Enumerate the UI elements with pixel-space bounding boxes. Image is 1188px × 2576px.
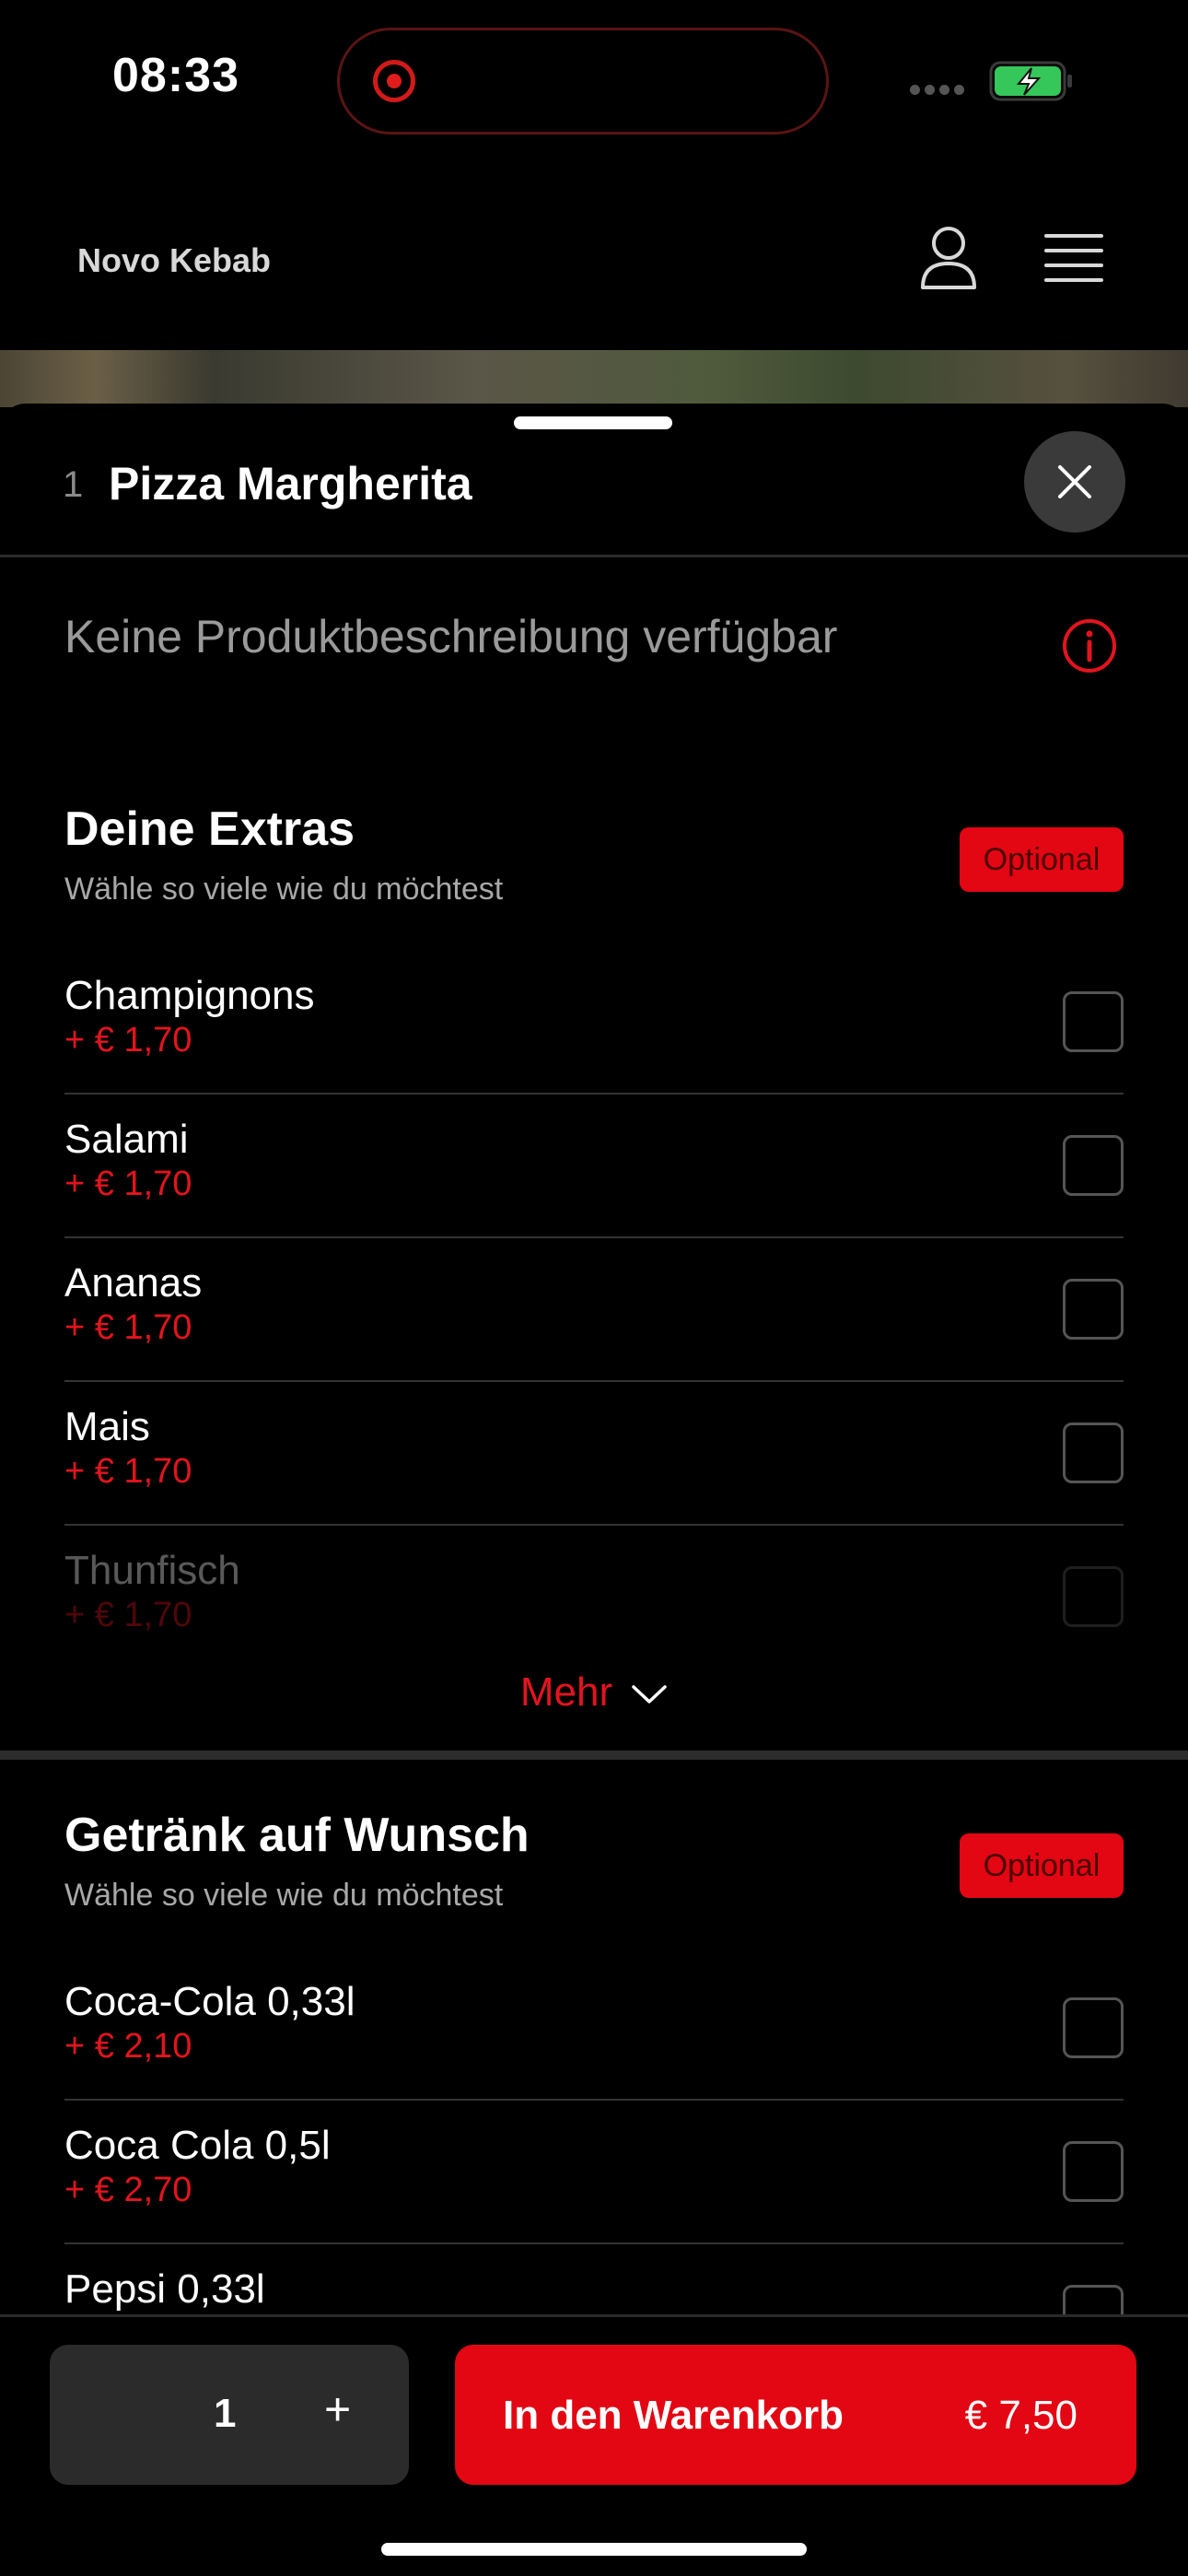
option-price: + € 1,70 bbox=[64, 1452, 192, 1491]
quantity-value: 1 bbox=[214, 2391, 237, 2436]
option-name: Thunfisch bbox=[64, 1548, 240, 1593]
option-item[interactable]: Mais + € 1,70 bbox=[64, 1382, 1124, 1526]
option-item[interactable]: Thunfisch + € 1,70 bbox=[64, 1526, 1124, 1669]
option-price: + € 2,10 bbox=[64, 2027, 192, 2066]
optional-badge: Optional bbox=[960, 827, 1124, 892]
battery-charging-icon bbox=[989, 61, 1072, 101]
option-item[interactable]: Coca-Cola 0,33l + € 2,10 bbox=[64, 1957, 1124, 2101]
option-checkbox[interactable] bbox=[1063, 1279, 1124, 1340]
section-title: Deine Extras bbox=[64, 802, 355, 856]
option-name: Pepsi 0,33l bbox=[64, 2266, 265, 2312]
option-price: + € 1,70 bbox=[64, 1021, 192, 1060]
quantity-stepper[interactable]: 1 + bbox=[50, 2345, 409, 2485]
option-item[interactable]: Champignons + € 1,70 bbox=[64, 951, 1124, 1095]
recording-indicator-icon bbox=[373, 60, 415, 102]
show-more-label: Mehr bbox=[519, 1669, 613, 1715]
product-description: Keine Produktbeschreibung verfügbar bbox=[64, 611, 838, 662]
status-time: 08:33 bbox=[112, 49, 239, 102]
option-checkbox[interactable] bbox=[1063, 1997, 1124, 2058]
total-price: € 7,50 bbox=[964, 2393, 1077, 2438]
option-price: + € 1,70 bbox=[64, 1308, 192, 1347]
home-indicator[interactable] bbox=[381, 2543, 807, 2556]
option-name: Coca Cola 0,5l bbox=[64, 2123, 331, 2168]
section-divider bbox=[0, 1751, 1188, 1760]
user-icon[interactable] bbox=[919, 225, 978, 291]
option-checkbox[interactable] bbox=[1063, 1135, 1124, 1196]
option-checkbox[interactable] bbox=[1063, 2141, 1124, 2202]
menu-icon[interactable] bbox=[1044, 232, 1103, 284]
hero-image bbox=[0, 350, 1188, 407]
optional-badge: Optional bbox=[960, 1833, 1124, 1898]
add-to-cart-label: In den Warenkorb bbox=[503, 2393, 844, 2438]
option-checkbox[interactable] bbox=[1063, 1423, 1124, 1483]
option-name: Coca-Cola 0,33l bbox=[64, 1979, 355, 2024]
dynamic-island bbox=[337, 28, 829, 135]
product-number: 1 bbox=[63, 464, 84, 505]
option-name: Champignons bbox=[64, 973, 315, 1018]
close-button[interactable] bbox=[1024, 431, 1125, 533]
product-title: Pizza Margherita bbox=[109, 458, 472, 509]
option-name: Mais bbox=[64, 1404, 150, 1449]
product-sheet: 1 Pizza Margherita Keine Produktbeschrei… bbox=[0, 404, 1188, 2576]
bottom-action-bar: 1 + In den Warenkorb € 7,50 bbox=[0, 2314, 1188, 2576]
option-checkbox[interactable] bbox=[1063, 1566, 1124, 1627]
option-price: + € 1,70 bbox=[64, 1596, 192, 1634]
divider bbox=[0, 555, 1188, 557]
show-more-button[interactable]: Mehr bbox=[0, 1669, 1188, 1715]
add-to-cart-button[interactable]: In den Warenkorb € 7,50 bbox=[455, 2345, 1136, 2485]
increment-button[interactable]: + bbox=[324, 2382, 351, 2437]
section-title: Getränk auf Wunsch bbox=[64, 1809, 530, 1862]
option-name: Ananas bbox=[64, 1260, 203, 1306]
close-icon bbox=[1058, 465, 1091, 498]
option-price: + € 2,70 bbox=[64, 2171, 192, 2209]
option-item[interactable]: Ananas + € 1,70 bbox=[64, 1238, 1124, 1382]
section-subtitle: Wähle so viele wie du möchtest bbox=[64, 872, 504, 907]
brand-name[interactable]: Novo Kebab bbox=[77, 241, 271, 280]
option-price: + € 1,70 bbox=[64, 1165, 192, 1203]
option-item[interactable]: Salami + € 1,70 bbox=[64, 1095, 1124, 1238]
signal-icon bbox=[910, 83, 969, 100]
chevron-down-icon bbox=[632, 1685, 667, 1704]
section-subtitle: Wähle so viele wie du möchtest bbox=[64, 1878, 504, 1913]
option-item[interactable]: Coca Cola 0,5l + € 2,70 bbox=[64, 2101, 1124, 2244]
sheet-handle[interactable] bbox=[514, 416, 672, 429]
option-checkbox[interactable] bbox=[1063, 991, 1124, 1052]
option-name: Salami bbox=[64, 1117, 189, 1162]
info-icon[interactable] bbox=[1061, 617, 1118, 674]
